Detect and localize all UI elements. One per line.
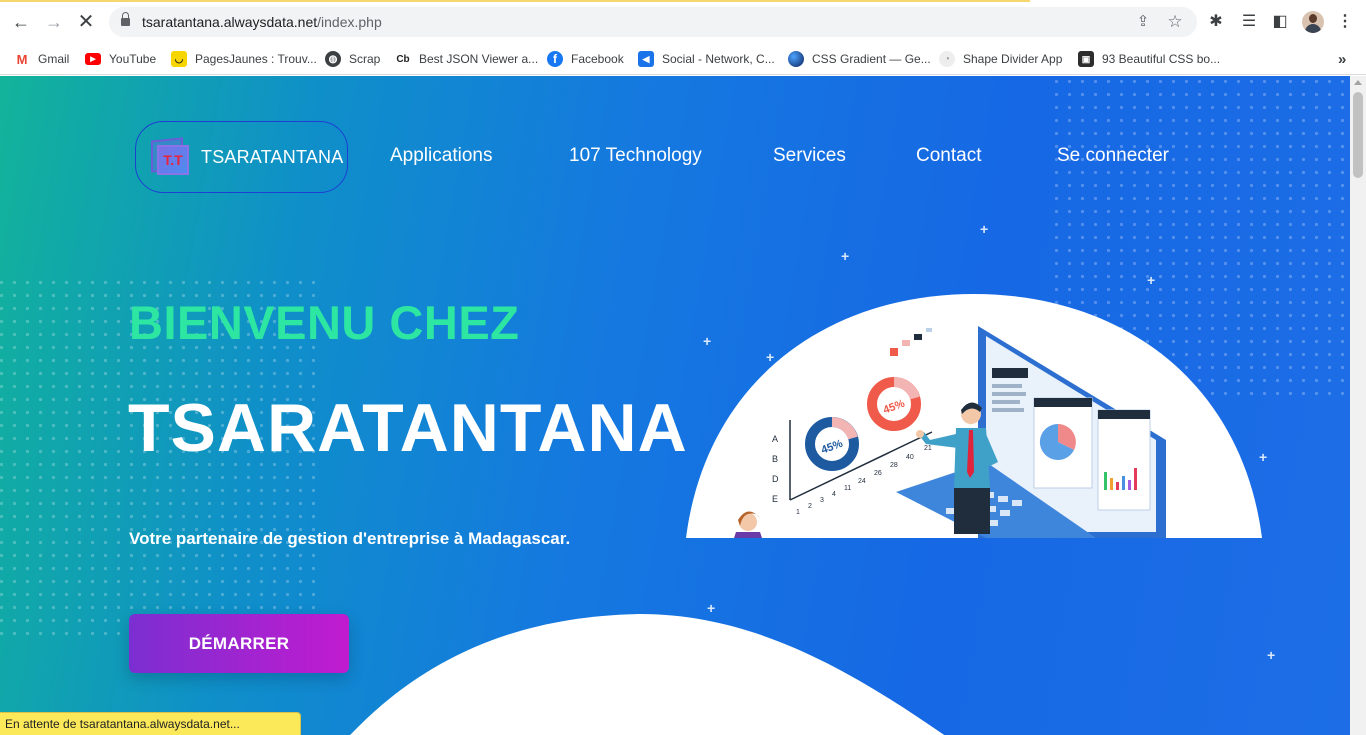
codebeautify-icon: Cb xyxy=(396,53,410,65)
hero-title: TSARATANTANA xyxy=(128,390,688,466)
bookmark-label: Gmail xyxy=(38,52,70,66)
forward-arrow-icon[interactable]: → xyxy=(43,11,65,33)
bookmark-gmail[interactable]: M Gmail xyxy=(14,49,70,69)
nav-login[interactable]: Se connecter xyxy=(1057,145,1169,167)
nav-contact[interactable]: Contact xyxy=(916,145,981,167)
svg-text:11: 11 xyxy=(844,485,851,492)
lock-icon[interactable] xyxy=(121,12,130,27)
bookmark-label: CSS Gradient — Ge... xyxy=(812,52,931,66)
pagesjaunes-icon: ◡ xyxy=(171,51,187,67)
svg-text:2: 2 xyxy=(808,503,812,510)
svg-text:24: 24 xyxy=(858,478,866,485)
scrollbar-thumb[interactable] xyxy=(1353,92,1363,178)
bookmark-youtube[interactable]: ▶ YouTube xyxy=(85,49,156,69)
svg-text:21: 21 xyxy=(924,445,932,452)
reading-list-icon[interactable]: ☰ xyxy=(1238,11,1260,33)
nav-107-technology[interactable]: 107 Technology xyxy=(569,145,702,167)
sparkle-icon: + xyxy=(841,248,850,264)
bookmarks-bar: M Gmail ▶ YouTube ◡ PagesJaunes : Trouv.… xyxy=(0,44,1366,75)
hero-tagline: Votre partenaire de gestion d'entreprise… xyxy=(129,529,571,548)
bookmark-label: 93 Beautiful CSS bo... xyxy=(1102,52,1221,66)
svg-text:D: D xyxy=(772,474,779,484)
facebook-icon: f xyxy=(547,51,563,67)
svg-text:26: 26 xyxy=(874,470,882,477)
bookmark-label: Best JSON Viewer a... xyxy=(419,52,539,66)
shapedivider-icon: ◔ xyxy=(939,51,955,67)
hero-section: T.T TSARATANTANA Applications 107 Techno… xyxy=(0,76,1350,735)
profile-avatar[interactable] xyxy=(1302,11,1324,33)
bookmark-scrap[interactable]: ◍ Scrap xyxy=(325,49,380,69)
svg-text:28: 28 xyxy=(890,462,898,469)
svg-text:A: A xyxy=(772,434,778,444)
site-logo[interactable]: T.T TSARATANTANA xyxy=(135,121,348,193)
logo-text: TSARATANTANA xyxy=(201,146,344,167)
svg-text:4: 4 xyxy=(832,491,836,498)
logo-cube-icon: T.T xyxy=(151,137,189,175)
business-analytics-illustration: A B D E 1 2 3 4 11 24 26 28 40 21 45% 45… xyxy=(686,294,1262,538)
bookmark-label: Social - Network, C... xyxy=(662,52,775,66)
url-host: tsaratantana.alwaysdata.net xyxy=(142,14,318,30)
hero-kicker: BIENVENU CHEZ xyxy=(129,296,520,349)
extensions-puzzle-icon[interactable]: ✱ xyxy=(1205,11,1227,33)
svg-text:40: 40 xyxy=(906,454,914,461)
more-bookmarks-chevron-icon[interactable]: » xyxy=(1338,49,1346,69)
bookmark-css-boxes[interactable]: ▣ 93 Beautiful CSS bo... xyxy=(1078,49,1220,69)
bookmark-label: PagesJaunes : Trouv... xyxy=(195,52,317,66)
svg-text:1: 1 xyxy=(796,509,800,516)
bookmark-label: Facebook xyxy=(571,52,624,66)
svg-text:B: B xyxy=(772,454,778,464)
back-arrow-icon[interactable]: ← xyxy=(10,11,32,33)
address-bar[interactable]: tsaratantana.alwaysdata.net/index.php ⇪ … xyxy=(109,7,1197,37)
vertical-scrollbar[interactable] xyxy=(1350,76,1366,735)
loading-progress-bar xyxy=(0,0,1030,2)
nav-services[interactable]: Services xyxy=(773,145,846,167)
youtube-icon: ▶ xyxy=(85,53,101,65)
bookmark-facebook[interactable]: f Facebook xyxy=(547,49,624,69)
more-menu-icon[interactable]: ⋮ xyxy=(1334,11,1356,33)
bookmark-label: Scrap xyxy=(349,52,381,66)
side-panel-icon[interactable]: ◧ xyxy=(1269,11,1291,33)
url-text[interactable]: tsaratantana.alwaysdata.net/index.php xyxy=(142,14,382,30)
svg-text:E: E xyxy=(772,494,778,504)
svg-text:3: 3 xyxy=(820,497,824,504)
bookmark-shape-divider[interactable]: ◔ Shape Divider App xyxy=(939,49,1062,69)
bookmark-css-gradient[interactable]: CSS Gradient — Ge... xyxy=(788,49,931,69)
stop-loading-icon[interactable]: ✕ xyxy=(75,11,97,33)
browser-toolbar: ← → ✕ tsaratantana.alwaysdata.net/index.… xyxy=(0,0,1366,44)
cssgradient-icon xyxy=(788,51,804,67)
url-path: /index.php xyxy=(317,14,382,30)
globe-icon: ◍ xyxy=(325,51,341,67)
gmail-icon: M xyxy=(16,51,28,67)
bookmark-social[interactable]: ◀ Social - Network, C... xyxy=(638,49,775,69)
sparkle-icon: + xyxy=(1147,272,1156,288)
bookmark-label: Shape Divider App xyxy=(963,52,1063,66)
social-icon: ◀ xyxy=(638,51,654,67)
cssbox-icon: ▣ xyxy=(1078,51,1094,67)
nav-applications[interactable]: Applications xyxy=(390,145,492,167)
bookmark-label: YouTube xyxy=(109,52,157,66)
status-bubble: En attente de tsaratantana.alwaysdata.ne… xyxy=(0,712,301,735)
sparkle-icon: + xyxy=(980,221,989,237)
bookmark-json-viewer[interactable]: Cb Best JSON Viewer a... xyxy=(395,49,538,69)
scroll-up-arrow-icon[interactable] xyxy=(1354,80,1362,85)
bookmark-star-icon[interactable]: ☆ xyxy=(1165,12,1185,32)
share-icon[interactable]: ⇪ xyxy=(1133,12,1153,32)
bookmark-pagesjaunes[interactable]: ◡ PagesJaunes : Trouv... xyxy=(171,49,317,69)
